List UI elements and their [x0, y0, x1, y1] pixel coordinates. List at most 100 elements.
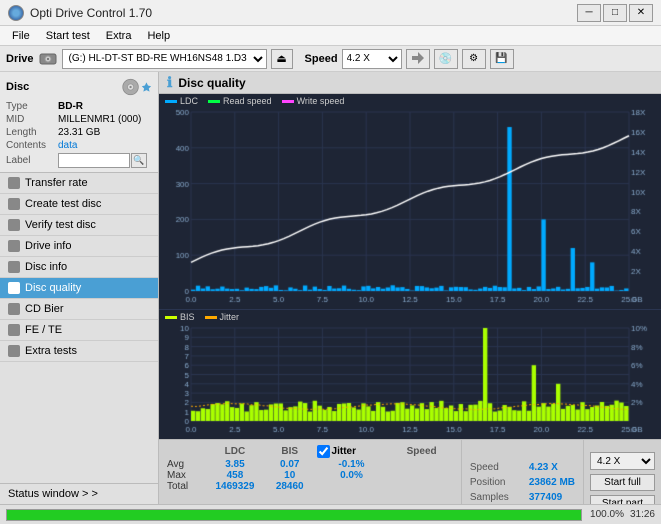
type-label: Type	[6, 101, 58, 112]
ldc-legend-dot	[165, 100, 177, 103]
max-bis: 10	[267, 470, 313, 481]
drive-icon	[38, 50, 58, 68]
sidebar-item-drive-info[interactable]: Drive info	[0, 236, 158, 257]
nav-items: Transfer rate Create test disc Verify te…	[0, 173, 158, 483]
burn-icon-button[interactable]: 💿	[434, 49, 458, 69]
start-full-button[interactable]: Start full	[590, 474, 655, 491]
speed-label: Speed	[305, 53, 338, 65]
stats-col-empty	[167, 444, 203, 459]
position-key: Position	[470, 477, 525, 488]
panel-header: ℹ Disc quality	[159, 72, 661, 94]
bottom-legend: BIS Jitter	[159, 310, 661, 324]
total-bis: 28460	[267, 481, 313, 492]
jitter-legend-dot	[205, 316, 217, 319]
stats-col-jitter-check: Jitter	[313, 444, 391, 459]
speed-select-2[interactable]: 4.2 X	[590, 452, 655, 470]
read-legend-label: Read speed	[223, 96, 272, 106]
disc-label-key: Label	[6, 155, 58, 166]
save-icon-button[interactable]: 💾	[490, 49, 514, 69]
speed-key: Speed	[470, 462, 525, 473]
speed-select[interactable]: 4.2 X	[342, 49, 402, 69]
bottom-progress: 100.0% 31:26	[0, 504, 661, 524]
disc-label-input[interactable]	[58, 153, 130, 168]
sidebar-item-transfer-rate[interactable]: Transfer rate	[0, 173, 158, 194]
progress-bar-outer	[6, 509, 582, 521]
stats-col-ldc: LDC	[203, 444, 267, 459]
ldc-legend-label: LDC	[180, 96, 198, 106]
disc-section-label: Disc	[6, 81, 29, 93]
progress-percent: 100.0%	[588, 509, 624, 520]
sidebar-item-extra-tests[interactable]: Extra tests	[0, 341, 158, 362]
position-val: 23862 MB	[529, 477, 575, 488]
menubar: File Start test Extra Help	[0, 26, 661, 46]
app-title: Opti Drive Control 1.70	[30, 6, 152, 20]
right-panel: ℹ Disc quality LDC Read speed	[159, 72, 661, 524]
sidebar-item-verify-test-disc[interactable]: Verify test disc	[0, 215, 158, 236]
mid-value: MILLENMR1 (000)	[58, 114, 141, 125]
contents-value: data	[58, 140, 77, 151]
avg-bis: 0.07	[267, 459, 313, 470]
speed-val: 4.23 X	[529, 462, 558, 473]
drive-select[interactable]: (G:) HL-DT-ST BD-RE WH16NS48 1.D3	[62, 49, 267, 69]
samples-val: 377409	[529, 492, 562, 503]
status-window-button[interactable]: Status window > >	[0, 483, 158, 504]
progress-bar-inner	[7, 510, 581, 520]
jitter-legend-label: Jitter	[220, 312, 240, 322]
menu-extra[interactable]: Extra	[98, 29, 140, 43]
titlebar: Opti Drive Control 1.70 ─ □ ✕	[0, 0, 661, 26]
progress-time: 31:26	[630, 509, 655, 520]
length-label: Length	[6, 127, 58, 138]
contents-label: Contents	[6, 140, 58, 151]
drive-label: Drive	[6, 53, 34, 65]
sidebar-item-create-test-disc[interactable]: Create test disc	[0, 194, 158, 215]
eject-button[interactable]: ⏏	[271, 49, 293, 69]
maximize-button[interactable]: □	[603, 4, 627, 22]
bis-legend-label: BIS	[180, 312, 195, 322]
max-ldc: 458	[203, 470, 267, 481]
write-legend-label: Write speed	[297, 96, 345, 106]
main-area: Disc Type BD-R MID MILLENMR1 (000) Lengt…	[0, 72, 661, 524]
stats-col-speed: Speed	[390, 444, 452, 459]
drivebar: Drive (G:) HL-DT-ST BD-RE WH16NS48 1.D3 …	[0, 46, 661, 72]
menu-file[interactable]: File	[4, 29, 38, 43]
jitter-checkbox-label: Jitter	[332, 446, 356, 457]
sidebar-item-disc-quality[interactable]: Disc quality	[0, 278, 158, 299]
bottom-chart-area: BIS Jitter	[159, 309, 661, 439]
settings-icon-button[interactable]: ⚙	[462, 49, 486, 69]
max-row-label: Max	[167, 470, 203, 481]
panel-header-icon: ℹ	[167, 74, 172, 91]
disc-icon	[122, 76, 152, 98]
avg-jitter: -0.1%	[313, 459, 391, 470]
top-chart-area: LDC Read speed Write speed	[159, 94, 661, 309]
minimize-button[interactable]: ─	[577, 4, 601, 22]
top-chart-canvas	[159, 108, 661, 307]
close-button[interactable]: ✕	[629, 4, 653, 22]
sidebar: Disc Type BD-R MID MILLENMR1 (000) Lengt…	[0, 72, 159, 524]
avg-ldc: 3.85	[203, 459, 267, 470]
read-legend-dot	[208, 100, 220, 103]
sidebar-item-disc-info[interactable]: Disc info	[0, 257, 158, 278]
bis-legend-dot	[165, 316, 177, 319]
type-value: BD-R	[58, 101, 83, 112]
disc-label-icon-button[interactable]: 🔍	[131, 153, 147, 168]
menu-starttest[interactable]: Start test	[38, 29, 98, 43]
length-value: 23.31 GB	[58, 127, 100, 138]
panel-header-title: Disc quality	[178, 76, 245, 90]
app-icon	[8, 5, 24, 21]
sidebar-item-fe-te[interactable]: FE / TE	[0, 320, 158, 341]
total-ldc: 1469329	[203, 481, 267, 492]
max-jitter: 0.0%	[313, 470, 391, 481]
total-jitter	[313, 481, 391, 492]
charts-and-stats: LDC Read speed Write speed	[159, 94, 661, 524]
jitter-checkbox[interactable]	[317, 445, 330, 458]
speed-icon-button[interactable]	[406, 49, 430, 69]
sidebar-item-cd-bier[interactable]: CD Bier	[0, 299, 158, 320]
menu-help[interactable]: Help	[139, 29, 178, 43]
avg-row-label: Avg	[167, 459, 203, 470]
samples-key: Samples	[470, 492, 525, 503]
total-row-label: Total	[167, 481, 203, 492]
write-legend-dot	[282, 100, 294, 103]
mid-label: MID	[6, 114, 58, 125]
disc-panel: Disc Type BD-R MID MILLENMR1 (000) Lengt…	[0, 72, 158, 173]
stats-col-bis: BIS	[267, 444, 313, 459]
